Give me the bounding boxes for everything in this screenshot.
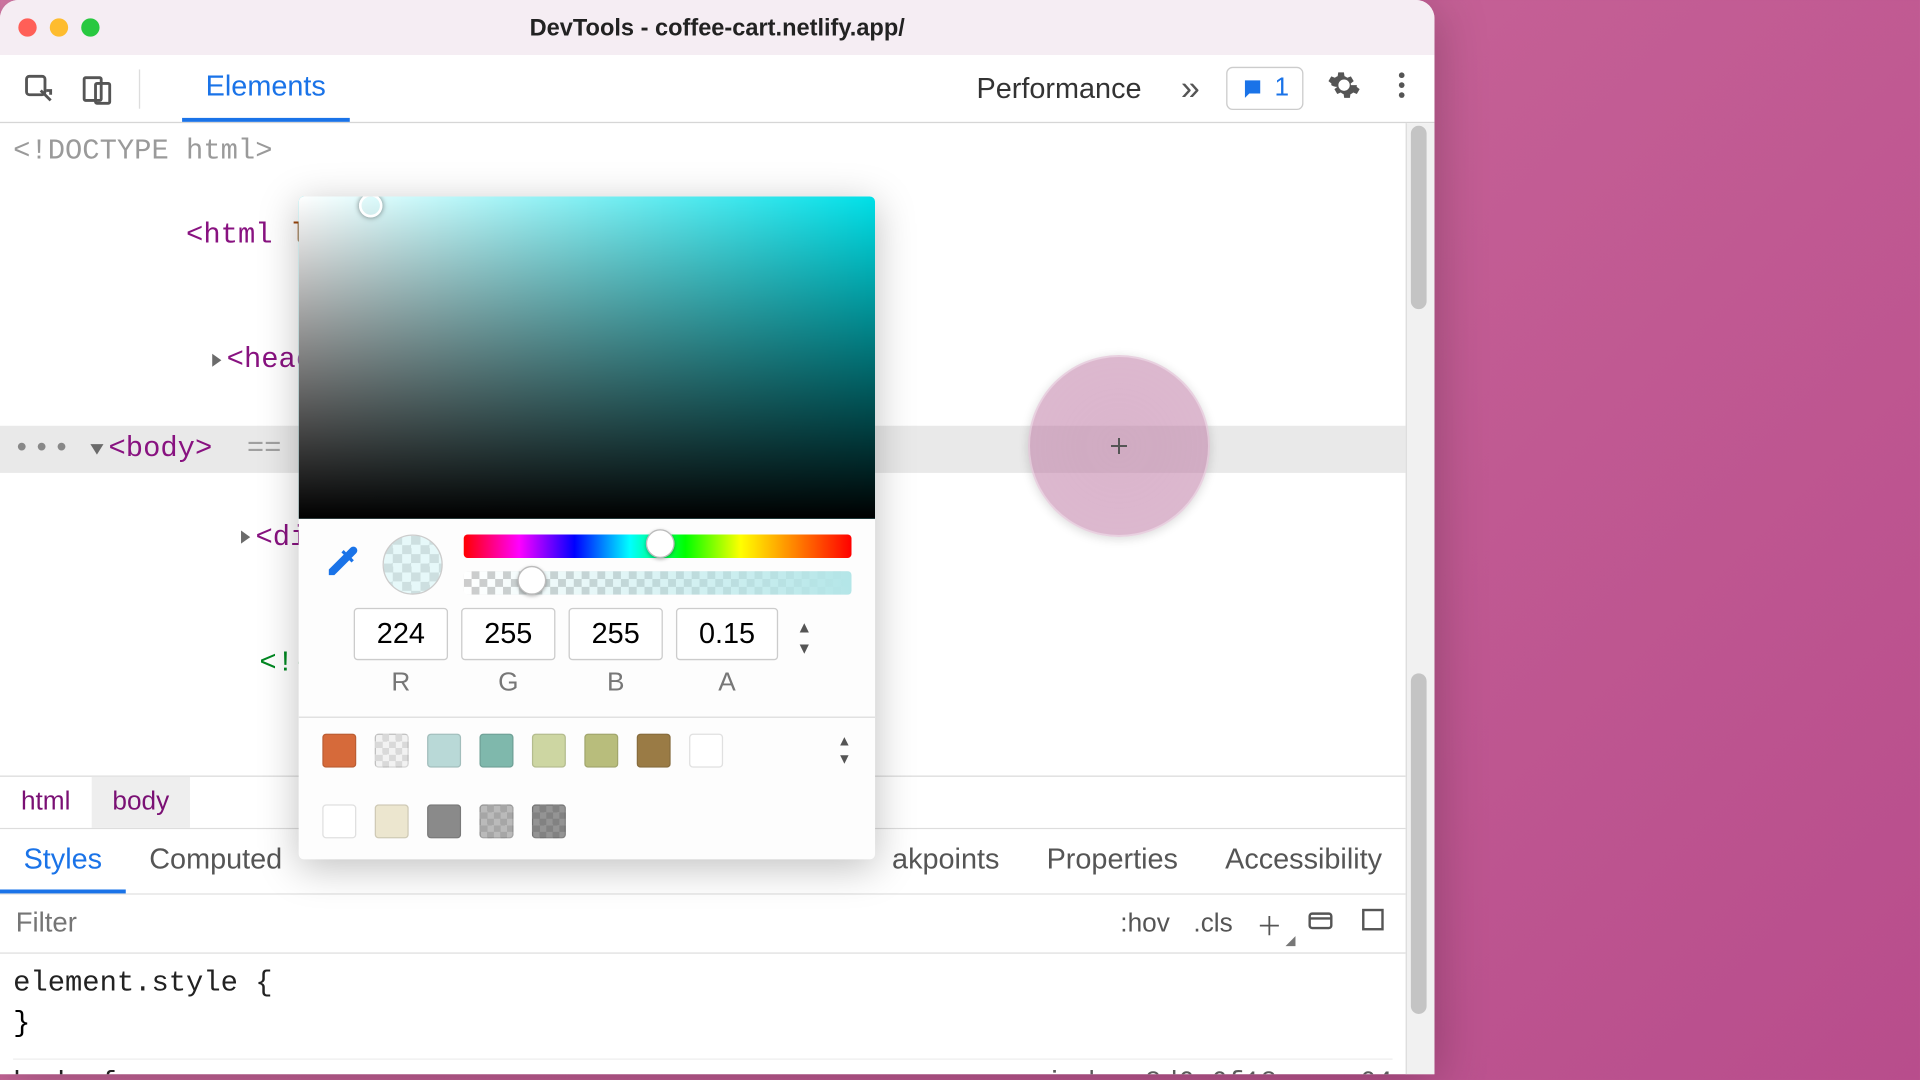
swatch[interactable] [427,804,461,838]
more-icon[interactable]: ••• [13,429,73,471]
swatch[interactable] [637,734,671,768]
sv-handle[interactable] [359,196,383,217]
filter-row: :hov .cls ＋◢ [0,895,1406,954]
rule-body-index[interactable]: index.8d6c6f18.css:64 body { font-size: … [13,1065,1392,1074]
paint-flash-icon[interactable] [1306,906,1335,943]
color-preview [383,534,443,594]
subtab-accessibility[interactable]: Accessibility [1202,830,1406,894]
swatch[interactable] [375,804,409,838]
titlebar: DevTools - coffee-cart.netlify.app/ [0,0,1434,55]
main-toolbar: Elements Performance » 1 [0,55,1434,123]
swatch[interactable] [322,804,356,838]
window-title: DevTools - coffee-cart.netlify.app/ [0,14,1434,42]
palette-toggle[interactable]: ▲▼ [837,734,851,768]
devtools-window: DevTools - coffee-cart.netlify.app/ Elem… [0,0,1434,1074]
device-toggle-icon[interactable] [73,65,120,112]
inspect-element-icon[interactable] [16,65,63,112]
color-mode-toggle[interactable]: ▲▼ [796,618,812,657]
scroll-thumb[interactable] [1411,673,1427,1014]
g-input[interactable] [461,608,555,660]
tab-performance[interactable]: Performance [953,55,1165,122]
alpha-handle[interactable] [518,566,547,595]
cls-toggle[interactable]: .cls [1193,909,1232,939]
a-input[interactable] [676,608,778,660]
source-link[interactable]: index.8d6c6f18.css:64 [1046,1065,1393,1074]
crosshair-icon [1115,442,1123,450]
panel-tabs: Elements Performance » [182,55,1215,122]
crumb-body[interactable]: body [91,777,190,828]
more-tabs-icon[interactable]: » [1165,68,1215,109]
swatch[interactable] [479,734,513,768]
expand-icon[interactable] [241,531,250,544]
swatch[interactable] [584,734,618,768]
eyedropper-magnifier[interactable] [1028,355,1210,537]
eyedropper-icon[interactable] [322,542,361,588]
hov-toggle[interactable]: :hov [1120,909,1170,939]
swatch[interactable] [479,804,513,838]
filter-input[interactable] [0,895,1120,953]
issues-count: 1 [1274,73,1289,103]
color-picker: R G B A ▲▼ [299,196,875,859]
swatch[interactable] [689,734,723,768]
subtab-properties[interactable]: Properties [1023,830,1202,894]
separator [139,69,140,108]
expand-down-icon[interactable] [90,444,103,454]
subtab-computed[interactable]: Computed [126,830,306,894]
computed-toggle-icon[interactable] [1358,906,1387,943]
swatch-palette: ▲▼ [322,734,851,839]
settings-icon[interactable] [1327,68,1361,109]
expand-icon[interactable] [212,353,221,366]
subtab-breakpoints[interactable]: akpoints [868,830,1023,894]
scroll-thumb[interactable] [1411,126,1427,309]
styles-pane[interactable]: element.style { } index.8d6c6f18.css:64 … [0,954,1406,1074]
swatch[interactable] [532,734,566,768]
tab-elements[interactable]: Elements [182,55,349,122]
new-rule-button[interactable]: ＋◢ [1256,905,1282,943]
swatch[interactable] [427,734,461,768]
b-input[interactable] [569,608,663,660]
alpha-slider[interactable] [464,571,852,595]
swatch[interactable] [532,804,566,838]
hue-slider[interactable] [464,534,852,558]
swatch[interactable] [375,734,409,768]
swatch[interactable] [322,734,356,768]
hue-handle[interactable] [646,529,675,558]
rule-element-style[interactable]: element.style { } [13,965,1392,1046]
scrollbar[interactable] [1406,123,1435,1074]
saturation-value-area[interactable] [299,196,875,518]
kebab-menu-icon[interactable] [1385,68,1419,109]
r-input[interactable] [354,608,448,660]
issues-badge[interactable]: 1 [1226,67,1303,110]
subtab-styles[interactable]: Styles [0,830,126,894]
crumb-html[interactable]: html [0,777,91,828]
dom-doctype[interactable]: <!DOCTYPE html> [13,131,1392,173]
